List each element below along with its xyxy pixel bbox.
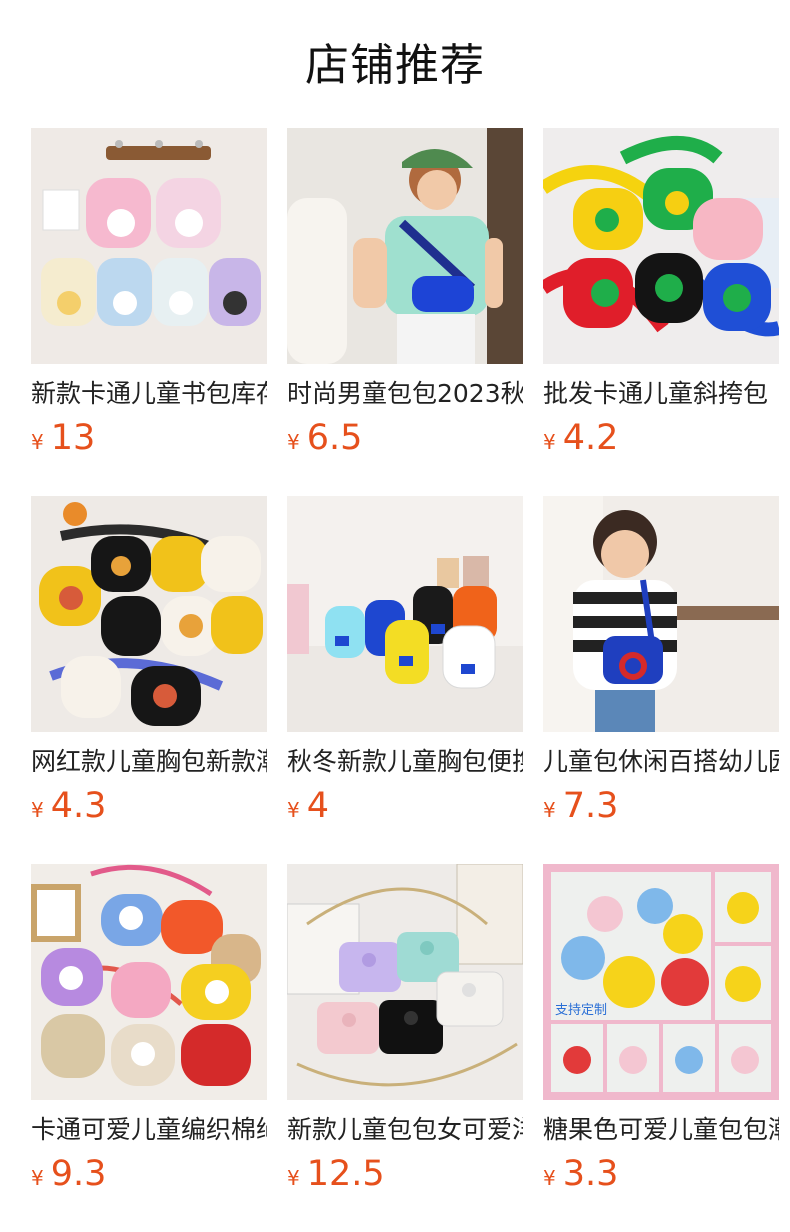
currency-symbol: ¥ xyxy=(31,1166,44,1190)
product-price: ¥7.3 xyxy=(543,784,618,828)
product-image[interactable] xyxy=(287,496,523,732)
product-name[interactable]: 卡通可爱儿童编织棉绳 xyxy=(31,1112,267,1148)
price-value: 4.2 xyxy=(562,418,619,458)
product-card[interactable]: 儿童包休闲百搭幼儿园 ¥7.3 xyxy=(543,496,779,836)
price-value: 4.3 xyxy=(50,786,107,826)
currency-symbol: ¥ xyxy=(543,430,556,454)
product-name[interactable]: 网红款儿童胸包新款潮 xyxy=(31,744,267,780)
currency-symbol: ¥ xyxy=(543,1166,556,1190)
price-value: 3.3 xyxy=(562,1154,619,1194)
product-card[interactable]: 支持定制 糖果色可爱儿童包包潮 ¥3.3 xyxy=(543,864,779,1204)
page-title: 店铺推荐 xyxy=(305,40,485,91)
product-price: ¥4 xyxy=(287,784,329,828)
product-price: ¥13 xyxy=(31,416,95,460)
product-image[interactable]: 支持定制 xyxy=(543,864,779,1100)
product-image[interactable] xyxy=(287,864,523,1100)
product-name[interactable]: 糖果色可爱儿童包包潮 xyxy=(543,1112,779,1148)
price-value: 7.3 xyxy=(562,786,619,826)
product-name[interactable]: 新款卡通儿童书包库存 xyxy=(31,376,267,412)
product-image[interactable] xyxy=(31,496,267,732)
product-card[interactable]: 新款卡通儿童书包库存 ¥13 xyxy=(31,128,267,468)
currency-symbol: ¥ xyxy=(287,798,300,822)
price-value: 12.5 xyxy=(306,1154,385,1194)
currency-symbol: ¥ xyxy=(31,798,44,822)
product-name[interactable]: 秋冬新款儿童胸包便携 xyxy=(287,744,523,780)
product-price: ¥12.5 xyxy=(287,1152,385,1196)
currency-symbol: ¥ xyxy=(31,430,44,454)
product-name[interactable]: 时尚男童包包2023秋季 xyxy=(287,376,523,412)
product-card[interactable]: 批发卡通儿童斜挎包 ¥4.2 xyxy=(543,128,779,468)
image-overlay-text: 支持定制 xyxy=(555,1003,607,1018)
product-image[interactable] xyxy=(543,128,779,364)
price-value: 13 xyxy=(50,418,96,458)
product-price: ¥9.3 xyxy=(31,1152,106,1196)
currency-symbol: ¥ xyxy=(287,430,300,454)
currency-symbol: ¥ xyxy=(287,1166,300,1190)
product-price: ¥4.2 xyxy=(543,416,618,460)
product-image[interactable] xyxy=(287,128,523,364)
product-image[interactable] xyxy=(543,496,779,732)
product-price: ¥6.5 xyxy=(287,416,362,460)
price-value: 4 xyxy=(306,786,330,826)
price-value: 6.5 xyxy=(306,418,363,458)
product-name[interactable]: 新款儿童包包女可爱洋 xyxy=(287,1112,523,1148)
price-value: 9.3 xyxy=(50,1154,107,1194)
product-price: ¥4.3 xyxy=(31,784,106,828)
product-image[interactable] xyxy=(31,128,267,364)
product-image[interactable] xyxy=(31,864,267,1100)
product-card[interactable]: 网红款儿童胸包新款潮 ¥4.3 xyxy=(31,496,267,836)
product-card[interactable]: 卡通可爱儿童编织棉绳 ¥9.3 xyxy=(31,864,267,1204)
product-card[interactable]: 秋冬新款儿童胸包便携 ¥4 xyxy=(287,496,523,836)
product-price: ¥3.3 xyxy=(543,1152,618,1196)
currency-symbol: ¥ xyxy=(543,798,556,822)
product-name[interactable]: 批发卡通儿童斜挎包 xyxy=(543,376,779,412)
product-name[interactable]: 儿童包休闲百搭幼儿园 xyxy=(543,744,779,780)
product-card[interactable]: 时尚男童包包2023秋季 ¥6.5 xyxy=(287,128,523,468)
product-card[interactable]: 新款儿童包包女可爱洋 ¥12.5 xyxy=(287,864,523,1204)
